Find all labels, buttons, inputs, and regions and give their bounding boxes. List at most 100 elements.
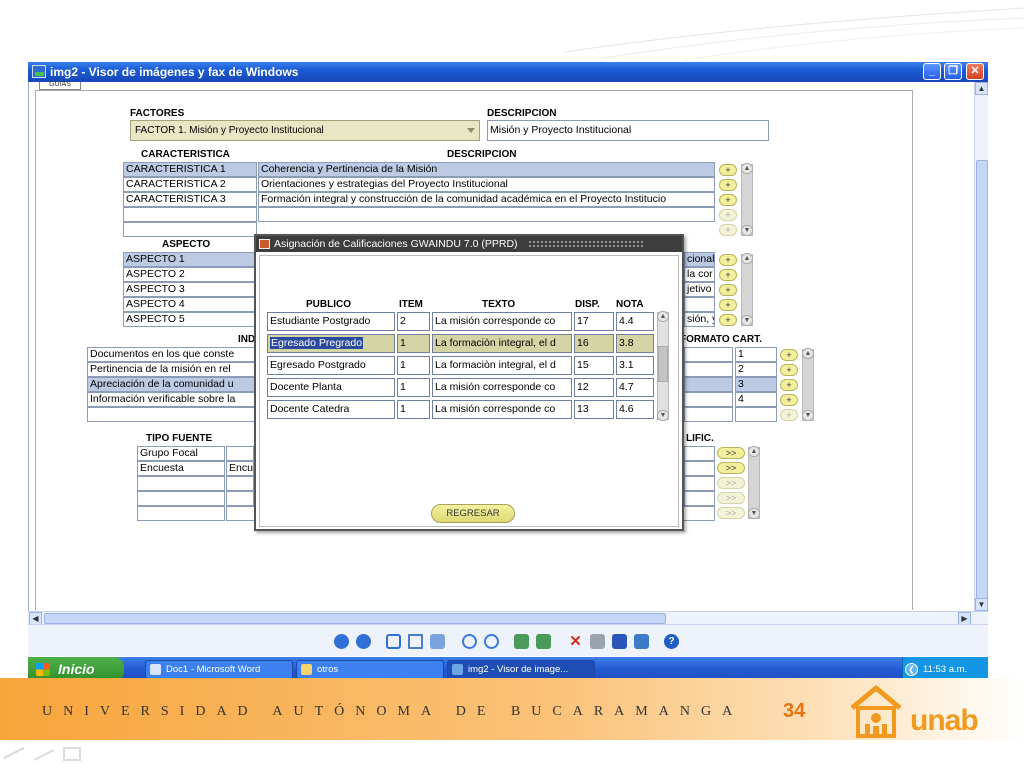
next-button[interactable]: >>	[717, 492, 745, 504]
disp-cell[interactable]: 16	[574, 334, 614, 353]
item-cell[interactable]: 1	[397, 400, 430, 419]
maximize-button[interactable]: ❐	[944, 63, 962, 80]
caracteristica-row[interactable]: CARACTERISTICA 3	[123, 192, 257, 207]
horizontal-scrollbar[interactable]: ◀ ▶	[28, 611, 988, 625]
add-button[interactable]: +	[719, 194, 737, 206]
next-button[interactable]: >>	[717, 477, 745, 489]
scroll-up-icon[interactable]: ▲	[657, 311, 669, 322]
dialog-titlebar[interactable]: Asignación de Calificaciones GWAINDU 7.0…	[256, 236, 682, 252]
tab-guias[interactable]: GUIAS	[39, 81, 81, 90]
add-button[interactable]: +	[780, 379, 798, 391]
close-button[interactable]: ✕	[966, 63, 984, 80]
next-button[interactable]: >>	[717, 447, 745, 459]
publico-cell[interactable]: Docente Planta	[267, 378, 395, 397]
print-icon[interactable]	[590, 634, 605, 649]
aspecto-row[interactable]: ASPECTO 4	[123, 297, 257, 312]
add-button[interactable]: +	[780, 394, 798, 406]
formato-cart-field[interactable]	[735, 407, 777, 422]
next-button[interactable]: >>	[717, 462, 745, 474]
nota-cell[interactable]: 4.6	[616, 400, 654, 419]
scroll-down-icon[interactable]: ▼	[802, 410, 814, 421]
scroll-up-icon[interactable]: ▲	[802, 348, 814, 359]
zoom-in-icon[interactable]	[462, 634, 477, 649]
add-button[interactable]: +	[719, 164, 737, 176]
tipo-fuente-row[interactable]: Grupo Focal	[137, 446, 225, 461]
aspecto-desc-tail[interactable]: sión, y	[684, 312, 715, 327]
formato-cart-field[interactable]: 1	[735, 347, 777, 362]
texto-cell[interactable]: La formaciòn integral, el d	[432, 334, 572, 353]
next-image-icon[interactable]	[356, 634, 371, 649]
formato-cart-field[interactable]: 2	[735, 362, 777, 377]
aspecto-row[interactable]: ASPECTO 2	[123, 267, 257, 282]
item-cell[interactable]: 1	[397, 356, 430, 375]
help-icon[interactable]: ?	[664, 634, 679, 649]
add-button[interactable]: +	[780, 349, 798, 361]
caracteristica-row[interactable]: CARACTERISTICA 2	[123, 177, 257, 192]
descripcion-field[interactable]: Misión y Proyecto Institucional	[487, 120, 769, 141]
taskbar-item-otros[interactable]: otros	[296, 660, 444, 679]
save-icon[interactable]	[612, 634, 627, 649]
rotate-clockwise-icon[interactable]	[514, 634, 529, 649]
taskbar-item-image-viewer[interactable]: img2 - Visor de image...	[447, 660, 595, 679]
minimize-button[interactable]: _	[923, 63, 941, 80]
item-cell[interactable]: 1	[397, 378, 430, 397]
add-button[interactable]: +	[719, 314, 737, 326]
horizontal-scroll-thumb[interactable]	[44, 613, 666, 624]
texto-cell[interactable]: La misión corresponde co	[432, 312, 572, 331]
indicador-row[interactable]: Información verificable sobre la	[87, 392, 255, 407]
add-button[interactable]: +	[719, 254, 737, 266]
open-editor-icon[interactable]	[634, 634, 649, 649]
fuente-instrumento[interactable]: Encu	[226, 461, 254, 476]
add-button[interactable]: +	[719, 179, 737, 191]
texto-cell[interactable]: La misión corresponde co	[432, 400, 572, 419]
add-button[interactable]: +	[719, 209, 737, 221]
publico-cell[interactable]: Egresado Pregrado	[267, 334, 395, 353]
scroll-up-icon[interactable]: ▲	[741, 253, 753, 264]
formato-cart-field[interactable]: 4	[735, 392, 777, 407]
scroll-down-icon[interactable]: ▼	[748, 508, 760, 519]
nota-cell[interactable]: 4.7	[616, 378, 654, 397]
fuente-instrumento[interactable]	[226, 476, 254, 491]
factor-select[interactable]: FACTOR 1. Misión y Proyecto Instituciona…	[130, 120, 480, 141]
aspecto-desc-tail[interactable]: la cor	[684, 267, 715, 282]
disp-cell[interactable]: 12	[574, 378, 614, 397]
scroll-down-icon[interactable]: ▼	[741, 225, 753, 236]
nota-cell[interactable]: 3.1	[616, 356, 654, 375]
chevron-down-icon[interactable]	[467, 128, 475, 133]
indicador-row[interactable]: Apreciación de la comunidad u	[87, 377, 255, 392]
nota-cell[interactable]: 3.8	[616, 334, 654, 353]
publico-cell[interactable]: Docente Catedra	[267, 400, 395, 419]
item-cell[interactable]: 1	[397, 334, 430, 353]
texto-cell[interactable]: La misión corresponde co	[432, 378, 572, 397]
indicador-mid[interactable]	[684, 392, 733, 407]
publico-cell[interactable]: Estudiante Postgrado	[267, 312, 395, 331]
add-button[interactable]: +	[780, 364, 798, 376]
caracteristica-desc-empty[interactable]	[258, 207, 715, 222]
scroll-up-icon[interactable]: ▲	[975, 82, 988, 95]
best-fit-icon[interactable]	[386, 634, 401, 649]
aspecto-row[interactable]: ASPECTO 5	[123, 312, 257, 327]
tipo-fuente-row-empty[interactable]	[137, 476, 225, 491]
scroll-down-icon[interactable]: ▼	[741, 315, 753, 326]
scroll-up-icon[interactable]: ▲	[748, 446, 760, 457]
aspecto-row[interactable]: ASPECTO 1	[123, 252, 257, 267]
indicador-row-empty[interactable]	[87, 407, 255, 422]
add-button[interactable]: +	[719, 269, 737, 281]
vertical-scrollbar[interactable]: ▲ ▼	[974, 82, 988, 611]
next-button[interactable]: >>	[717, 507, 745, 519]
aspecto-desc-tail[interactable]: cional	[684, 252, 715, 267]
disp-cell[interactable]: 15	[574, 356, 614, 375]
formato-cart-field[interactable]: 3	[735, 377, 777, 392]
fuente-calificacion[interactable]	[684, 476, 715, 491]
chevron-left-icon[interactable]: ❮	[905, 663, 918, 676]
fuente-calificacion[interactable]	[684, 491, 715, 506]
texto-cell[interactable]: La formaciòn integral, el d	[432, 356, 572, 375]
indicador-mid[interactable]	[684, 407, 733, 422]
item-cell[interactable]: 2	[397, 312, 430, 331]
caracteristica-row-empty[interactable]	[123, 207, 257, 222]
add-button[interactable]: +	[719, 224, 737, 236]
caracteristica-row-empty[interactable]	[123, 222, 257, 237]
aspecto-row[interactable]: ASPECTO 3	[123, 282, 257, 297]
previous-image-icon[interactable]	[334, 634, 349, 649]
dialog-scroll-thumb[interactable]	[658, 346, 668, 382]
